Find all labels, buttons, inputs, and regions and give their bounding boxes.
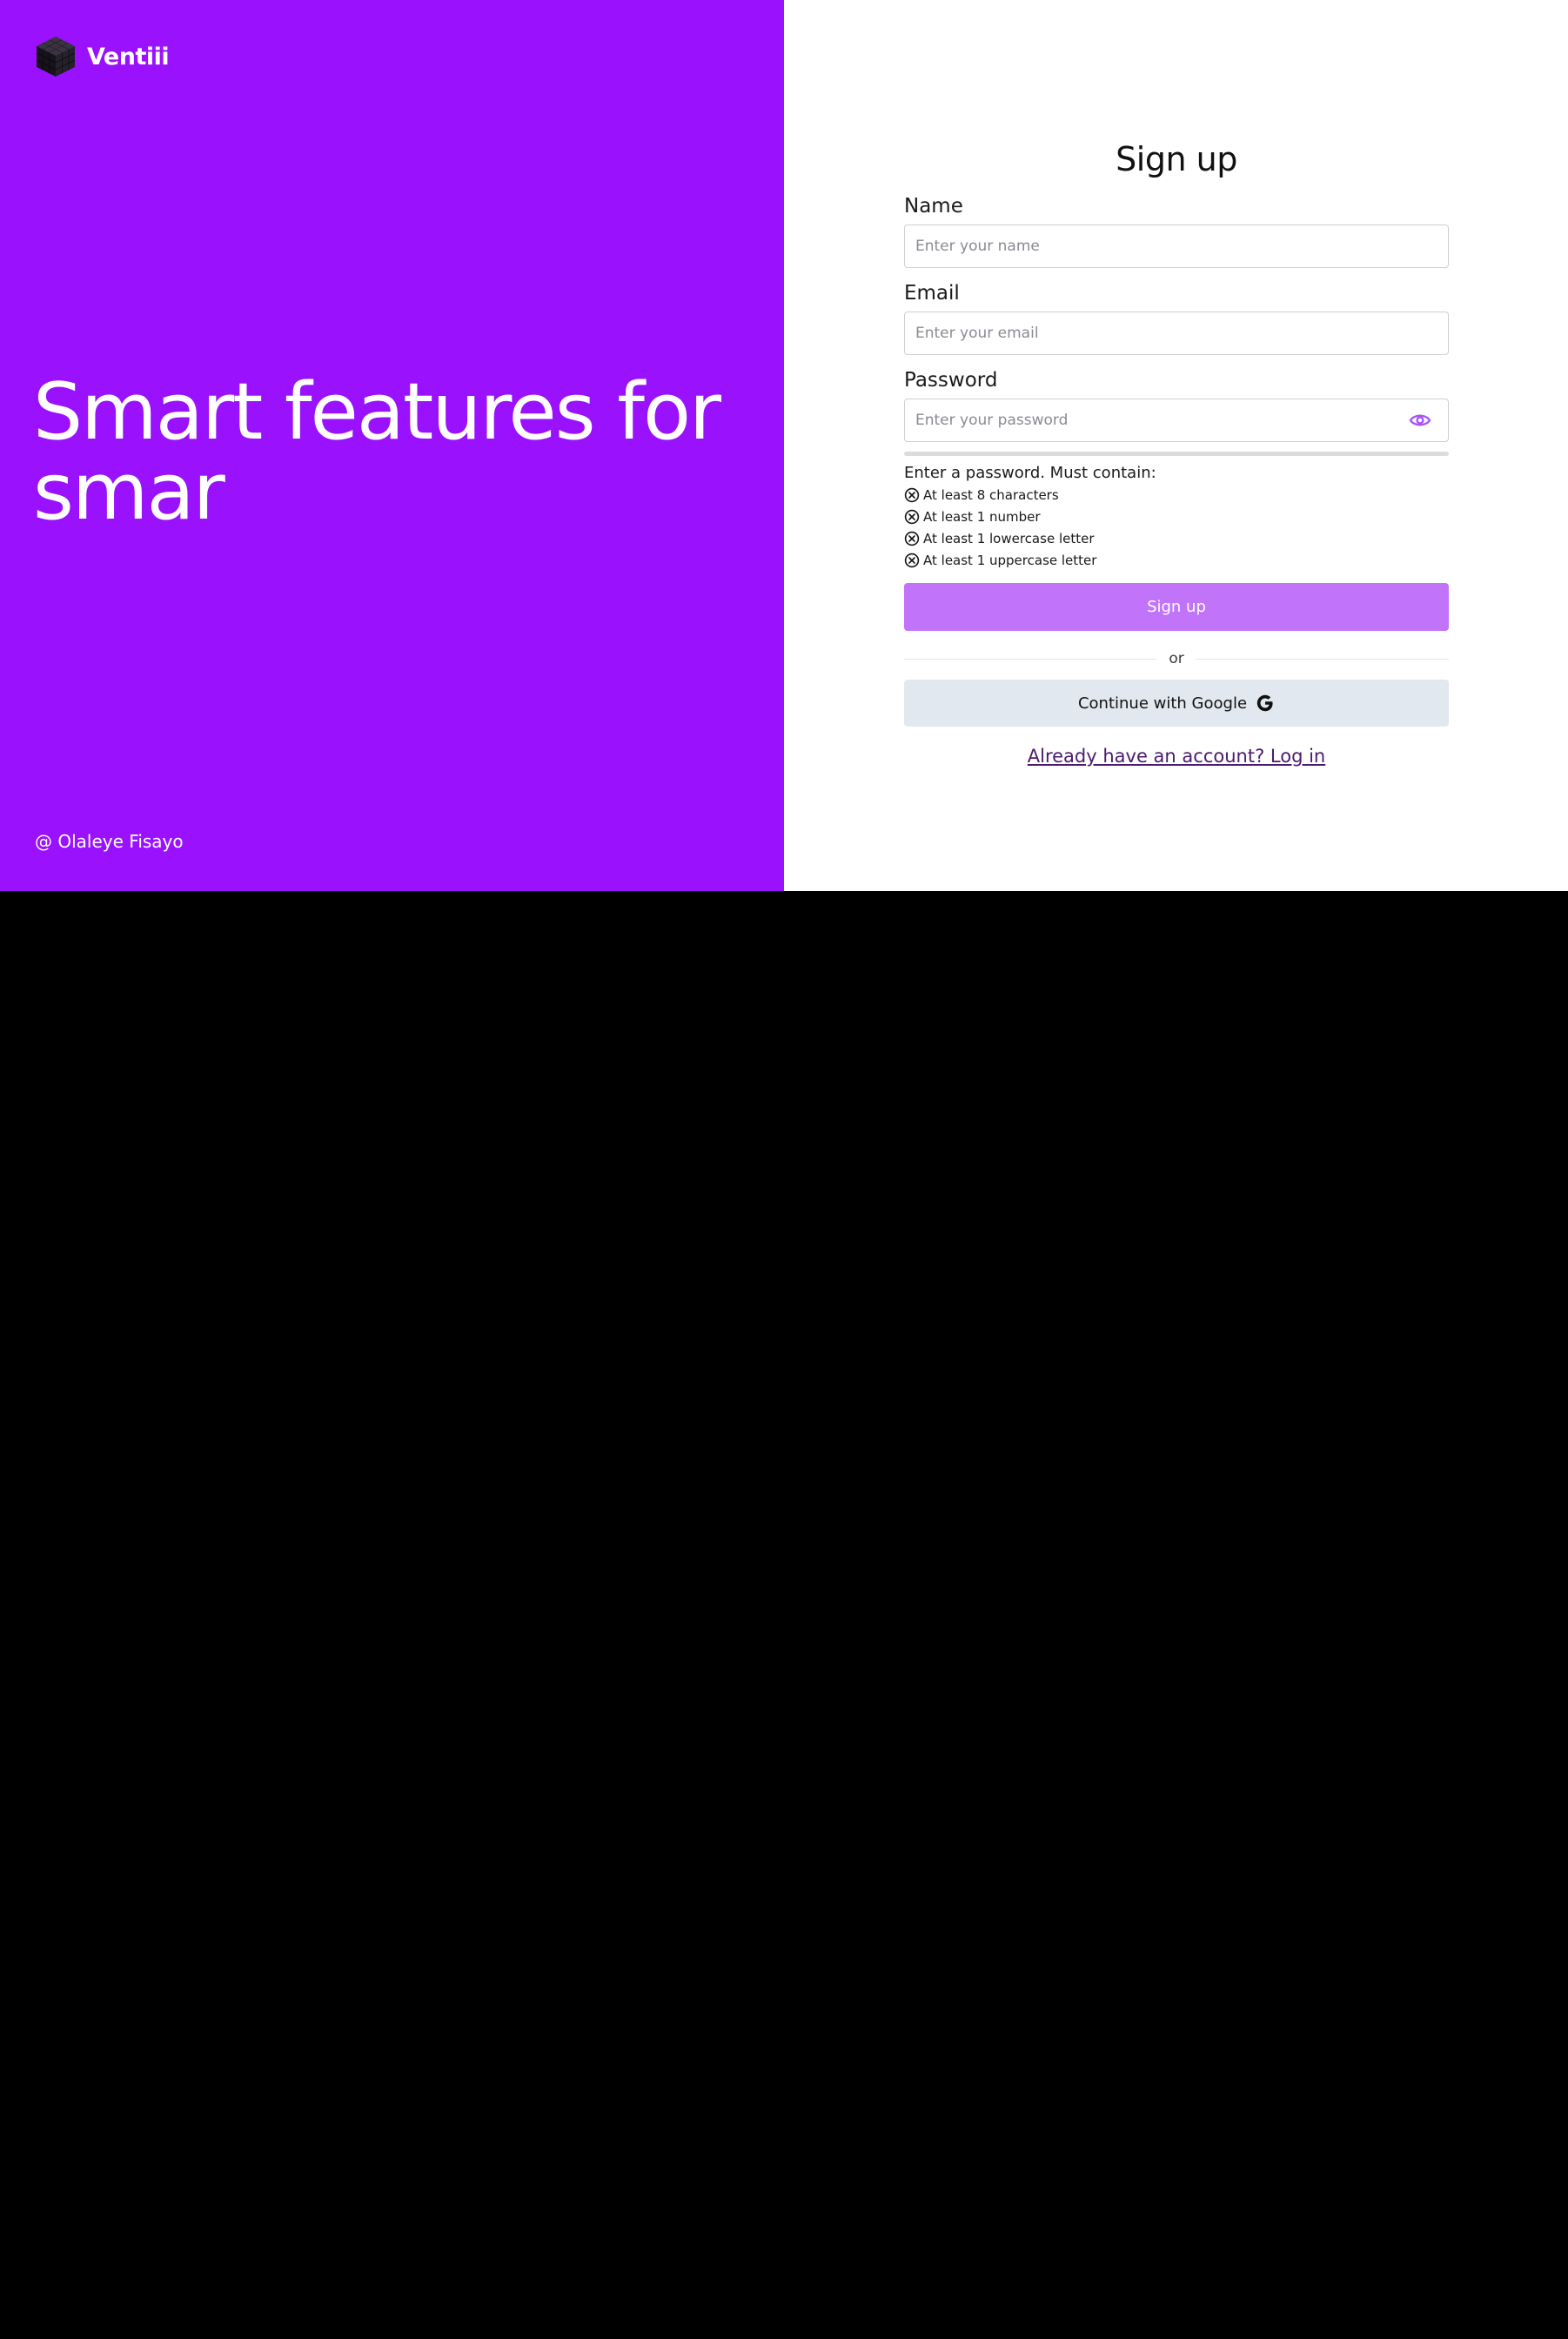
x-circle-icon [904, 487, 920, 502]
login-link[interactable]: Already have an account? Log in [904, 746, 1449, 767]
name-input[interactable] [904, 225, 1449, 268]
hero-headline: Smart features for smar [33, 366, 721, 538]
requirement-item: At least 1 lowercase letter [904, 527, 1449, 549]
password-input[interactable] [904, 399, 1449, 442]
password-requirements-list: At least 8 characters At least 1 number … [904, 484, 1449, 571]
requirement-label: At least 1 lowercase letter [923, 530, 1095, 546]
hero-credit: @ Olaleye Fisayo [35, 831, 184, 852]
email-field-wrap [904, 312, 1449, 355]
signup-form: Sign up Name Email Password Enter a pass… [904, 137, 1450, 767]
x-circle-icon [904, 509, 920, 524]
divider-text: or [1169, 650, 1184, 667]
requirement-label: At least 1 uppercase letter [923, 552, 1097, 568]
password-requirements-title: Enter a password. Must contain: [904, 464, 1156, 482]
brand[interactable]: Ventiii [35, 35, 170, 78]
x-circle-icon [904, 553, 920, 567]
name-label: Name [904, 195, 963, 218]
password-field-wrap [904, 399, 1449, 442]
form-title: Sign up [1116, 140, 1237, 178]
requirement-item: At least 1 number [904, 506, 1449, 527]
name-field-wrap [904, 225, 1449, 268]
eye-icon[interactable] [1409, 410, 1431, 431]
divider-line [1196, 658, 1450, 660]
app-root: Ventiii Smart features for smar @ Olaley… [0, 0, 1568, 891]
requirement-item: At least 8 characters [904, 484, 1449, 506]
requirement-item: At least 1 uppercase letter [904, 549, 1449, 571]
signup-button[interactable]: Sign up [904, 583, 1449, 631]
password-label: Password [904, 369, 998, 392]
requirement-label: At least 8 characters [923, 486, 1059, 503]
password-strength-bar [904, 452, 1449, 456]
brand-name: Ventiii [87, 43, 170, 70]
divider-line [904, 658, 1157, 660]
hero-panel: Ventiii Smart features for smar @ Olaley… [0, 0, 784, 891]
continue-with-google-button[interactable]: Continue with Google [904, 680, 1449, 727]
or-divider: or [904, 648, 1450, 669]
requirement-label: At least 1 number [923, 508, 1041, 525]
signup-panel: Sign up Name Email Password Enter a pass… [784, 0, 1568, 891]
email-input[interactable] [904, 312, 1449, 355]
google-button-label: Continue with Google [1077, 694, 1248, 713]
email-label: Email [904, 282, 960, 305]
google-icon [1256, 694, 1273, 712]
cube-logo-icon [36, 37, 76, 77]
x-circle-icon [904, 531, 920, 546]
